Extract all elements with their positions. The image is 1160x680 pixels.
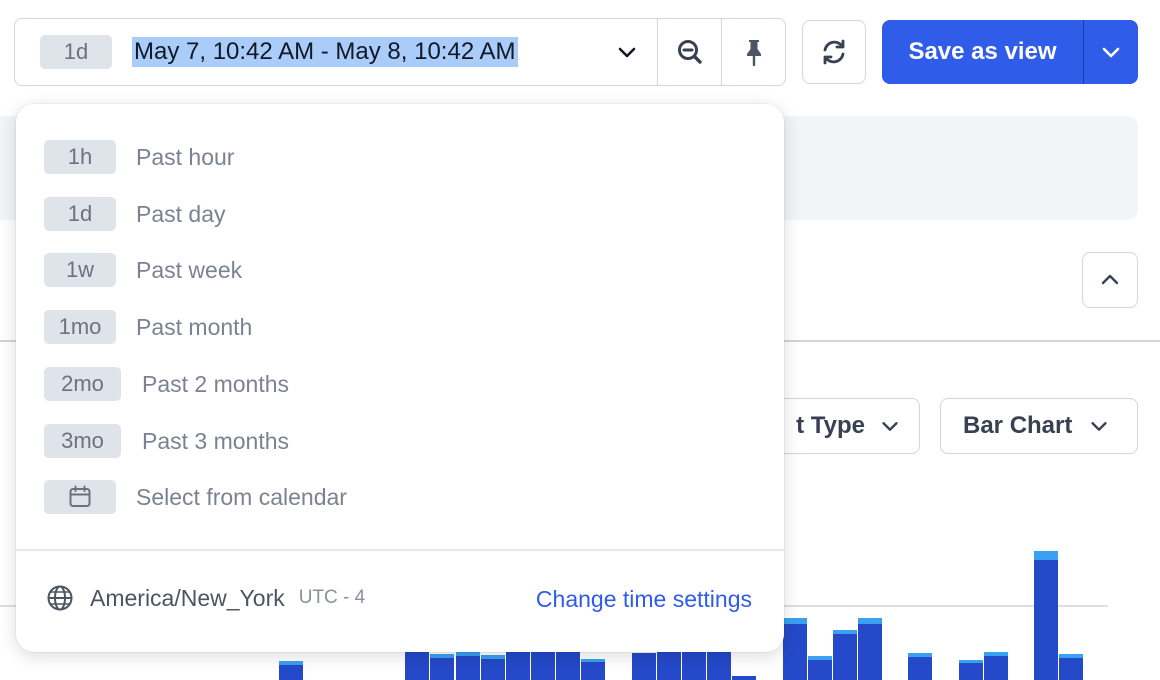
- option-label: Past day: [136, 200, 226, 227]
- chevron-up-icon: [1101, 274, 1119, 285]
- bar-segment[interactable]: [556, 650, 580, 680]
- bar-segment[interactable]: [783, 618, 807, 624]
- save-as-view-button[interactable]: Save as view: [882, 20, 1083, 84]
- option-label: Past 3 months: [142, 427, 290, 454]
- bar-segment[interactable]: [581, 659, 605, 662]
- pin-icon: [746, 40, 761, 67]
- timezone-info: America/New_York UTC - 4: [46, 584, 365, 612]
- bar-segment[interactable]: [808, 660, 832, 680]
- option-badge: 3mo: [44, 424, 121, 458]
- bar-segment[interactable]: [908, 657, 932, 680]
- chart-type-select[interactable]: Bar Chart: [940, 398, 1138, 454]
- bar-segment[interactable]: [984, 656, 1008, 680]
- calendar-icon: [69, 485, 91, 507]
- bar-segment[interactable]: [581, 662, 605, 680]
- option-badge: 1mo: [44, 310, 116, 344]
- bar-segment[interactable]: [481, 659, 505, 680]
- bar-segment[interactable]: [682, 650, 706, 680]
- bar-segment[interactable]: [783, 624, 807, 680]
- chevron-down-icon[interactable]: [615, 40, 639, 64]
- bar-segment[interactable]: [481, 655, 505, 659]
- option-label: Select from calendar: [136, 483, 347, 510]
- bar-segment[interactable]: [707, 650, 731, 680]
- bar-segment[interactable]: [732, 676, 756, 680]
- option-badge: 1w: [44, 253, 116, 287]
- bar-segment[interactable]: [456, 656, 480, 680]
- bar-segment[interactable]: [858, 618, 882, 624]
- option-label: Past month: [136, 313, 253, 340]
- dropdown-divider: [16, 549, 784, 551]
- bar-segment[interactable]: [1034, 560, 1058, 680]
- collapse-button[interactable]: [1082, 252, 1138, 308]
- option-label: Past hour: [136, 143, 235, 170]
- option-badge: 1d: [44, 197, 116, 231]
- refresh-icon: [823, 39, 845, 65]
- chart-type-label: Bar Chart: [963, 412, 1073, 439]
- timezone-name: America/New_York: [90, 584, 285, 611]
- option-badge: 2mo: [44, 367, 121, 401]
- option-past-day[interactable]: 1d Past day: [44, 196, 226, 232]
- option-select-from-calendar[interactable]: Select from calendar: [44, 479, 347, 515]
- bar-segment[interactable]: [858, 624, 882, 680]
- option-past-3-months[interactable]: 3mo Past 3 months: [44, 423, 289, 459]
- option-past-2-months[interactable]: 2mo Past 2 months: [44, 366, 289, 402]
- bar-segment[interactable]: [456, 652, 480, 656]
- bar-segment[interactable]: [430, 658, 454, 680]
- option-past-week[interactable]: 1w Past week: [44, 252, 242, 288]
- bar-segment[interactable]: [833, 630, 857, 634]
- bar-segment[interactable]: [279, 661, 303, 665]
- bar-segment[interactable]: [908, 653, 932, 657]
- bar-segment[interactable]: [1034, 551, 1058, 560]
- zoom-out-icon: [677, 40, 702, 64]
- event-type-label: t Type: [796, 412, 865, 439]
- bar-segment[interactable]: [657, 650, 681, 680]
- pin-button[interactable]: [721, 19, 785, 85]
- time-range-picker[interactable]: 1d May 7, 10:42 AM - May 8, 10:42 AM: [14, 18, 786, 86]
- time-range-field[interactable]: 1d May 7, 10:42 AM - May 8, 10:42 AM: [15, 19, 657, 85]
- time-range-text[interactable]: May 7, 10:42 AM - May 8, 10:42 AM: [132, 37, 518, 67]
- option-past-month[interactable]: 1mo Past month: [44, 309, 252, 345]
- option-label: Past 2 months: [142, 370, 290, 397]
- bar-segment[interactable]: [405, 650, 429, 680]
- option-badge: 1h: [44, 140, 116, 174]
- bar-segment[interactable]: [430, 654, 454, 658]
- range-shortcut-badge: 1d: [40, 35, 112, 69]
- chevron-down-icon: [1091, 422, 1107, 431]
- chevron-down-icon: [882, 422, 898, 431]
- bar-segment[interactable]: [833, 634, 857, 680]
- option-past-hour[interactable]: 1h Past hour: [44, 139, 234, 175]
- bar-segment[interactable]: [531, 650, 555, 680]
- globe-icon: [47, 585, 73, 611]
- option-label: Past week: [136, 256, 243, 283]
- bar-segment[interactable]: [1059, 658, 1083, 680]
- option-badge: [44, 480, 116, 514]
- bar-segment[interactable]: [279, 665, 303, 680]
- timezone-offset: UTC - 4: [298, 587, 366, 608]
- bar-segment[interactable]: [984, 652, 1008, 656]
- refresh-button[interactable]: [802, 20, 866, 84]
- change-time-settings-link[interactable]: Change time settings: [536, 586, 752, 613]
- bar-segment[interactable]: [1059, 654, 1083, 658]
- chevron-down-icon: [1102, 47, 1120, 58]
- time-range-dropdown: 1h Past hour 1d Past day 1w Past week 1m…: [16, 104, 784, 652]
- save-options-button[interactable]: [1083, 20, 1138, 84]
- bar-segment[interactable]: [959, 663, 983, 680]
- bar-segment[interactable]: [959, 660, 983, 663]
- bar-segment[interactable]: [808, 656, 832, 660]
- bar-segment[interactable]: [632, 653, 656, 680]
- bar-segment[interactable]: [506, 650, 530, 680]
- save-view-split-button[interactable]: Save as view: [882, 20, 1138, 84]
- zoom-out-button[interactable]: [657, 19, 721, 85]
